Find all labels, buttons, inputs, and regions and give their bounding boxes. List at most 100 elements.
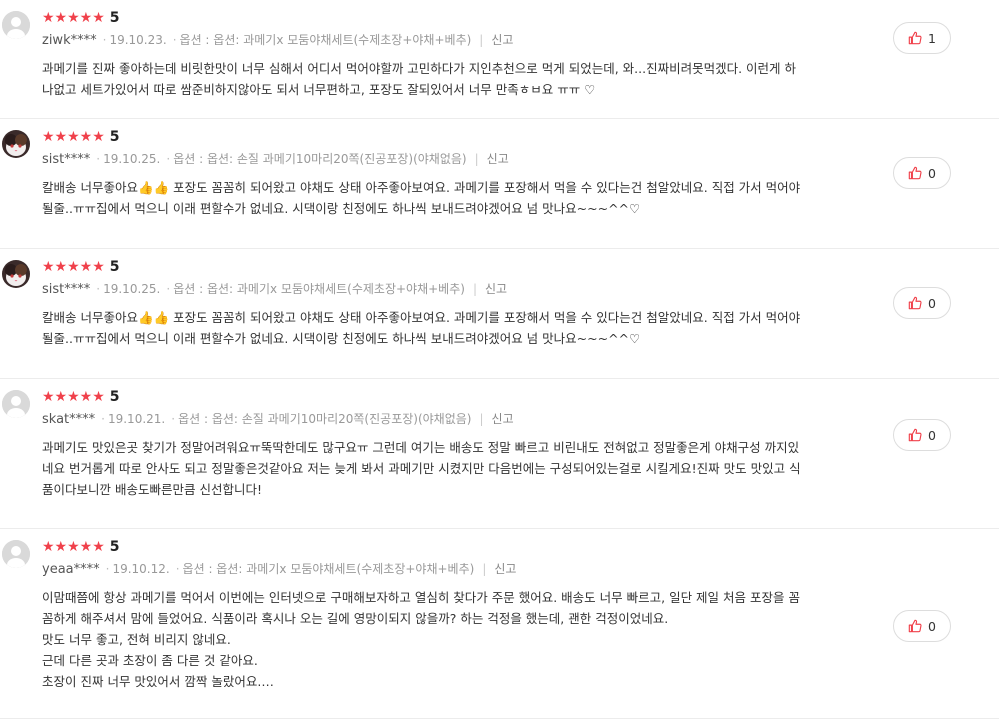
star-rating-icons: ★★★★★ (42, 129, 105, 145)
review-item: ★★★★★ 5 sist**** · 19.10.25. · 옵션 : 옵션: 손질 과메기… (0, 119, 999, 249)
like-count: 1 (928, 30, 936, 46)
report-link[interactable]: 신고 (487, 152, 509, 166)
separator-dot: · (96, 282, 101, 296)
star-rating-icons: ★★★★★ (42, 539, 105, 555)
separator-dot: · (166, 152, 171, 166)
review-meta: sist**** · 19.10.25. · 옵션 : 옵션: 손질 과메기10마리20… (42, 147, 839, 171)
report-link[interactable]: 신고 (494, 562, 516, 576)
review-text-line: 될줄..ㅠㅠ집에서 먹으니 이래 편할수가 없네요. 시댁이랑 친정에도 하나씩… (42, 331, 641, 346)
rating-score: 5 (109, 259, 120, 275)
separator-dot: · (172, 33, 177, 47)
report-link[interactable]: 신고 (491, 33, 513, 47)
separator-pipe: | (474, 152, 479, 166)
avatar (2, 390, 30, 418)
review-date: 19.10.25. (103, 282, 161, 296)
review-text-line: 이맘때쯤에 항상 과메기를 먹어서 이번에는 인터넷으로 구매해보자하고 열심히… (42, 590, 800, 605)
like-count: 0 (928, 618, 936, 634)
purchase-option: 옵션 : 옵션: 손질 과메기10마리20쪽(진공포장)(야채없음) (178, 412, 472, 426)
separator-dot: · (102, 33, 107, 47)
separator-dot: · (175, 562, 180, 576)
reviewer-id: sist**** (42, 282, 91, 297)
review-item: ★★★★★ 5 yeaa**** · 19.10.12. · 옵션 : 옵션: 과메기x 모… (0, 529, 999, 719)
like-button[interactable]: 1 (893, 22, 951, 54)
separator-dot: · (166, 282, 171, 296)
separator-dot: · (105, 562, 110, 576)
review-text-line: 꼼하게 해주셔서 맘에 들었어요. 식품이라 혹시나 오는 길에 영망이되지 않… (42, 611, 669, 626)
rating-score: 5 (109, 539, 120, 555)
star-rating-icons: ★★★★★ (42, 10, 105, 26)
rating: ★★★★★ 5 (42, 8, 839, 28)
review-meta: ziwk**** · 19.10.23. · 옵션 : 옵션: 과메기x 모둠야채세트(… (42, 28, 839, 52)
review-item: ★★★★★ 5 skat**** · 19.10.21. · 옵션 : 옵션: 손질 과메기… (0, 379, 999, 529)
separator-pipe: | (479, 412, 484, 426)
review-text-line: 맛도 너무 좋고, 전혀 비리지 않네요. (42, 632, 231, 647)
review-text-line: 과메기도 맛있은곳 찾기가 정말어려워요ㅠ뚝딱한데도 많구요ㅠ 그런데 여기는 … (42, 440, 800, 455)
report-link[interactable]: 신고 (492, 412, 514, 426)
reviewer-id: ziwk**** (42, 33, 97, 48)
separator-dot: · (96, 152, 101, 166)
reviewer-id: yeaa**** (42, 562, 100, 577)
avatar (2, 130, 30, 158)
reviewer-id: sist**** (42, 152, 91, 167)
reviewer-id: skat**** (42, 412, 96, 427)
review-meta: sist**** · 19.10.25. · 옵션 : 옵션: 과메기x 모둠야채세트(… (42, 277, 839, 301)
review-body: 이맘때쯤에 항상 과메기를 먹어서 이번에는 인터넷으로 구매해보자하고 열심히… (42, 587, 839, 692)
separator-pipe: | (482, 562, 487, 576)
purchase-option: 옵션 : 옵션: 과메기x 모둠야채세트(수제초장+야채+베추) (173, 282, 465, 296)
rating: ★★★★★ 5 (42, 387, 839, 407)
rating: ★★★★★ 5 (42, 537, 839, 557)
rating-score: 5 (109, 10, 120, 26)
like-button[interactable]: 0 (893, 157, 951, 189)
review-text-line: 품이다보니깐 배송도빠른만큼 신선합니다! (42, 482, 262, 497)
rating-score: 5 (109, 129, 120, 145)
purchase-option: 옵션 : 옵션: 과메기x 모둠야채세트(수제초장+야채+베추) (182, 562, 475, 576)
review-meta: yeaa**** · 19.10.12. · 옵션 : 옵션: 과메기x 모둠야채세트(… (42, 557, 839, 581)
review-date: 19.10.12. (112, 562, 170, 576)
thumbs-up-icon (908, 296, 922, 310)
like-count: 0 (928, 165, 936, 181)
review-date: 19.10.21. (107, 412, 166, 426)
rating: ★★★★★ 5 (42, 257, 839, 277)
review-body: 칼배송 너무좋아요👍👍 포장도 꼼꼼히 되어왔고 야채도 상태 아주좋아보여요.… (42, 177, 839, 219)
purchase-option: 옵션 : 옵션: 손질 과메기10마리20쪽(진공포장)(야채없음) (173, 152, 467, 166)
review-item: ★★★★★ 5 ziwk**** · 19.10.23. · 옵션 : 옵션: 과메기x 모… (0, 0, 999, 119)
like-button[interactable]: 0 (893, 419, 951, 451)
review-text-line: 될줄..ㅠㅠ집에서 먹으니 이래 편할수가 없네요. 시댁이랑 친정에도 하나씩… (42, 201, 641, 216)
separator-pipe: | (479, 33, 484, 47)
thumbs-up-icon (908, 31, 922, 45)
review-list: ★★★★★ 5 ziwk**** · 19.10.23. · 옵션 : 옵션: 과메기x 모… (0, 0, 999, 719)
like-count: 0 (928, 295, 936, 311)
review-item: ★★★★★ 5 sist**** · 19.10.25. · 옵션 : 옵션: 과메기x 모… (0, 249, 999, 379)
report-link[interactable]: 신고 (485, 282, 507, 296)
review-date: 19.10.23. (109, 33, 167, 47)
separator-dot: · (101, 412, 105, 426)
star-rating-icons: ★★★★★ (42, 389, 105, 405)
star-rating-icons: ★★★★★ (42, 259, 105, 275)
thumbs-up-icon (908, 428, 922, 442)
avatar (2, 540, 30, 568)
review-text-line: 나없고 세트가있어서 따로 쌈준비하지않아도 되서 너무편하고, 포장도 잘되있… (42, 82, 596, 97)
review-body: 과메기도 맛있은곳 찾기가 정말어려워요ㅠ뚝딱한데도 많구요ㅠ 그런데 여기는 … (42, 437, 839, 500)
separator-pipe: | (472, 282, 477, 296)
avatar (2, 11, 30, 39)
purchase-option: 옵션 : 옵션: 과메기x 모둠야채세트(수제초장+야채+베추) (179, 33, 472, 47)
thumbs-up-icon (908, 166, 922, 180)
review-text-line: 과메기를 진짜 좋아하는데 비릿한맛이 너무 심해서 어디서 먹어야할까 고민하… (42, 61, 796, 76)
review-text-line: 칼배송 너무좋아요👍👍 포장도 꼼꼼히 되어왔고 야채도 상태 아주좋아보여요.… (42, 310, 801, 325)
review-text-line: 칼배송 너무좋아요👍👍 포장도 꼼꼼히 되어왔고 야채도 상태 아주좋아보여요.… (42, 180, 801, 195)
review-body: 과메기를 진짜 좋아하는데 비릿한맛이 너무 심해서 어디서 먹어야할까 고민하… (42, 58, 839, 100)
rating: ★★★★★ 5 (42, 127, 839, 147)
avatar (2, 260, 30, 288)
like-button[interactable]: 0 (893, 610, 951, 642)
separator-dot: · (171, 412, 176, 426)
like-count: 0 (928, 427, 936, 443)
review-date: 19.10.25. (103, 152, 161, 166)
review-meta: skat**** · 19.10.21. · 옵션 : 옵션: 손질 과메기10마리20… (42, 407, 839, 431)
review-text-line: 근데 다른 곳과 초장이 좀 다른 것 같아요. (42, 653, 258, 668)
thumbs-up-icon (908, 619, 922, 633)
like-button[interactable]: 0 (893, 287, 951, 319)
review-body: 칼배송 너무좋아요👍👍 포장도 꼼꼼히 되어왔고 야채도 상태 아주좋아보여요.… (42, 307, 839, 349)
review-text-line: 초장이 진짜 너무 맛있어서 깜짝 놀랐어요.… (42, 674, 274, 689)
review-text-line: 네요 번거롭게 따로 안사도 되고 정말좋은것같아요 저는 늦게 봐서 과메기만… (42, 461, 801, 476)
rating-score: 5 (109, 389, 120, 405)
